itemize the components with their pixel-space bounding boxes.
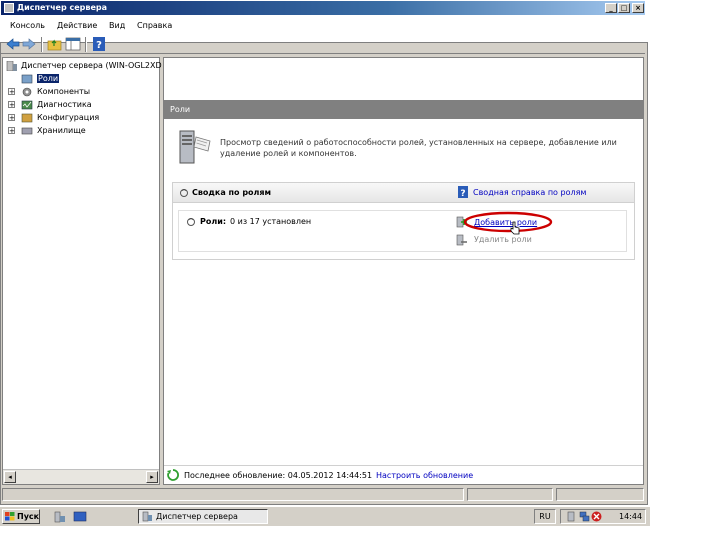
language-indicator[interactable]: RU <box>534 509 556 524</box>
show-hide-tree-icon[interactable] <box>65 37 81 51</box>
remove-roles-link[interactable]: Удалить роли <box>474 235 532 244</box>
collapse-roles-icon[interactable]: ^ <box>187 218 195 226</box>
taskbar-button-server-manager[interactable]: Диспетчер сервера <box>138 509 268 524</box>
expand-toggle[interactable]: + <box>8 88 15 96</box>
server-manager-icon <box>142 511 152 522</box>
start-button[interactable]: Пуск <box>2 509 40 524</box>
details-pane <box>163 57 644 485</box>
roles-installed-count: 0 из 17 установлен <box>230 217 312 226</box>
server-manager-quicklaunch-icon[interactable] <box>54 511 66 523</box>
configure-refresh-link[interactable]: Настроить обновление <box>376 471 473 480</box>
menu-bar: Консоль Действие Вид Справка <box>1 17 645 33</box>
features-icon <box>22 87 32 97</box>
security-alert-icon[interactable] <box>591 511 602 522</box>
scroll-right-button[interactable]: ▸ <box>146 471 158 483</box>
menu-help[interactable]: Справка <box>137 21 172 30</box>
roles-summary-help-link[interactable]: Сводная справка по ролям <box>473 188 586 197</box>
toolbar-separator <box>41 37 43 52</box>
last-update-text: Последнее обновление: 04.05.2012 14:44:5… <box>184 471 373 480</box>
scroll-left-button[interactable]: ◂ <box>4 471 16 483</box>
diagnostics-icon <box>21 100 33 110</box>
expand-toggle[interactable]: + <box>8 127 15 135</box>
network-icon[interactable] <box>579 511 590 522</box>
expand-toggle[interactable]: + <box>8 114 15 122</box>
menu-view[interactable]: Вид <box>109 21 125 30</box>
refresh-icon[interactable] <box>167 469 179 481</box>
remove-roles-icon <box>456 234 467 246</box>
status-panel <box>2 488 464 501</box>
status-panel <box>467 488 553 501</box>
configuration-icon <box>21 113 33 123</box>
server-manager-icon <box>4 3 14 13</box>
pane-status-bar: Последнее обновление: 04.05.2012 14:44:5… <box>164 465 643 484</box>
section-title: Сводка по ролям <box>192 188 272 197</box>
roles-description: Просмотр сведений о работоспособности ро… <box>220 138 617 158</box>
windows-logo-icon <box>5 512 15 521</box>
pane-title: Роли <box>170 105 191 114</box>
help-icon[interactable]: ? <box>91 37 107 51</box>
title-bar[interactable]: Диспетчер сервера _ □ × <box>1 1 645 15</box>
taskbar: Пуск Диспетчер сервера RU 14:44 <box>0 506 650 526</box>
roles-summary-header: ^ Сводка по ролям ? Сводная справка по р… <box>173 183 634 203</box>
toolbar-separator <box>85 37 87 52</box>
menu-action[interactable]: Действие <box>57 21 97 30</box>
expand-toggle[interactable]: + <box>8 101 15 109</box>
toolbar: ? <box>1 34 645 54</box>
system-tray: 14:44 <box>560 509 646 524</box>
svg-text:?: ? <box>96 40 102 51</box>
minimize-button[interactable]: _ <box>605 3 617 13</box>
pane-header: Роли <box>164 100 643 119</box>
hand-cursor-icon <box>510 221 520 235</box>
server-roles-icon <box>179 130 211 164</box>
tray-server-icon[interactable] <box>567 511 577 522</box>
show-desktop-icon[interactable] <box>73 511 87 523</box>
up-folder-icon[interactable] <box>47 37 63 51</box>
collapse-icon[interactable]: ^ <box>180 189 188 197</box>
menu-console[interactable]: Консоль <box>10 21 45 30</box>
clock[interactable]: 14:44 <box>619 512 642 521</box>
tree-horizontal-scrollbar[interactable]: ◂ ▸ <box>3 469 159 484</box>
close-button[interactable]: × <box>632 3 644 13</box>
highlight-ellipse <box>463 211 553 233</box>
roles-icon <box>21 74 33 84</box>
maximize-button[interactable]: □ <box>618 3 630 13</box>
forward-arrow-icon[interactable] <box>21 37 37 51</box>
window-status-bar <box>1 487 645 503</box>
status-panel <box>556 488 644 501</box>
window-title: Диспетчер сервера <box>17 3 107 12</box>
svg-text:?: ? <box>460 189 465 198</box>
storage-icon <box>21 127 33 135</box>
console-tree: Диспетчер сервера (WIN-OGL2XD Роли + Ком… <box>2 57 162 485</box>
back-arrow-icon[interactable] <box>5 37 21 51</box>
server-icon <box>6 61 17 71</box>
roles-label: Роли: <box>200 217 227 226</box>
help-book-icon: ? <box>458 186 468 198</box>
